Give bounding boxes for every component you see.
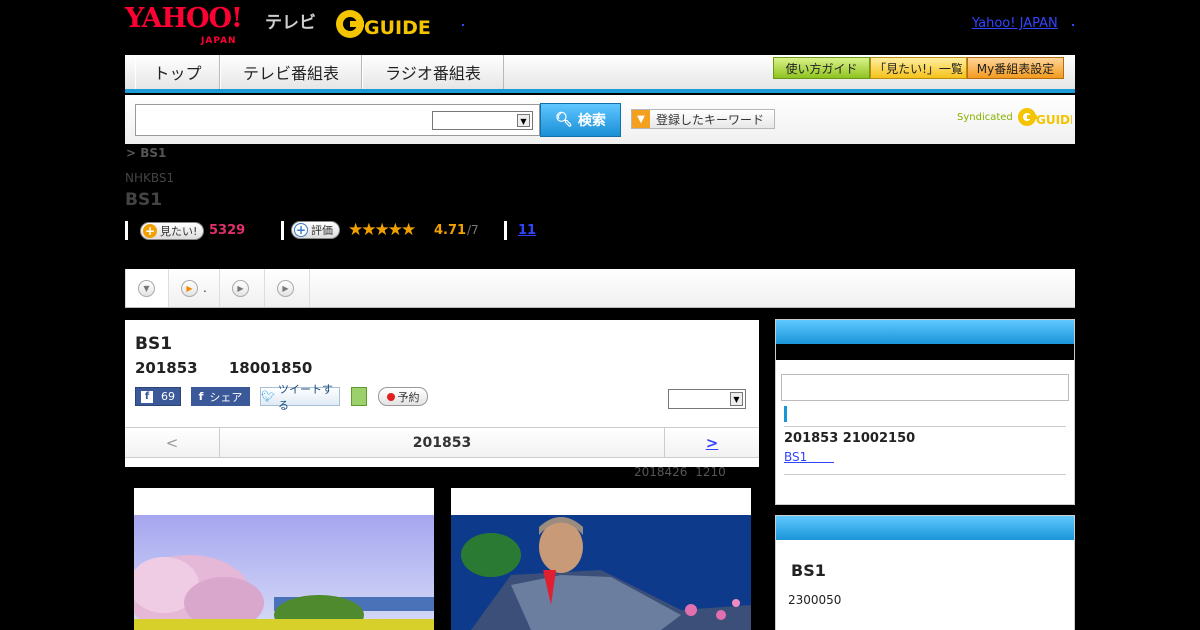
facebook-icon: f xyxy=(141,390,153,403)
rating-scale: /7 xyxy=(467,223,479,237)
facebook-icon: f xyxy=(198,390,204,403)
gguide-small-logo: GUIDE xyxy=(1017,108,1078,127)
sidebar-channel-time: 2300050 xyxy=(788,593,842,607)
stat-divider xyxy=(504,221,507,240)
sidebar-channel-title: BS1 xyxy=(791,561,826,580)
section-marker xyxy=(784,406,787,422)
prev-day-button[interactable]: < xyxy=(125,428,220,457)
facebook-like-button[interactable]: f 69 xyxy=(135,387,181,406)
sidebar-next-program-panel: 201853 21002150 BS1 xyxy=(775,319,1075,505)
record-dot-icon xyxy=(386,392,395,401)
last-updated: 2018426 1210 xyxy=(634,465,726,479)
play-icon: ▶ xyxy=(232,279,249,297)
search-icon: 🔍︎ xyxy=(555,112,573,128)
gguide-small-logo-text: GUIDE xyxy=(1036,113,1072,127)
nav-tab-top[interactable]: トップ xyxy=(135,55,220,89)
record-reserve-button[interactable]: 予約 xyxy=(378,387,428,406)
stat-divider xyxy=(281,221,284,240)
sidebar-channel-panel: BS1 2300050 xyxy=(775,515,1075,630)
chevron-down-icon: ▼ xyxy=(730,392,743,406)
search-button[interactable]: 🔍︎ 検索 xyxy=(540,103,621,137)
date-pager: < 201853 > xyxy=(125,427,759,458)
yahoo-japan-logo[interactable]: YAHOO! JAPAN xyxy=(125,5,243,54)
syndicated-gguide-logo: Syndicated GUIDE xyxy=(957,106,1078,128)
search-category-select[interactable]: ▼ xyxy=(432,111,533,130)
elderly-woman-image xyxy=(451,515,751,630)
panel-subheader xyxy=(776,344,1074,360)
chevron-down-icon: ▼ xyxy=(138,279,155,297)
panel-header xyxy=(776,320,1074,344)
my-listings-settings-button[interactable]: My番組表設定 xyxy=(967,57,1064,79)
mitai-count: 5329 xyxy=(209,223,246,238)
saved-keywords-button[interactable]: ▼ 登録したキーワード xyxy=(631,109,775,129)
sidebar-search-input[interactable] xyxy=(781,374,1069,401)
gguide-logo-text: GUIDE xyxy=(364,17,430,39)
program-date-time: 201853 18001850 xyxy=(135,359,313,377)
watchlist-button[interactable]: 「見たい!」一覧 xyxy=(870,57,967,79)
separator-dot xyxy=(1072,24,1074,26)
nav-tab-radio-listings[interactable]: ラジオ番組表 xyxy=(362,55,504,89)
cherry-blossom-image xyxy=(134,515,434,630)
divider xyxy=(784,426,1066,427)
next-program-link[interactable]: BS1 xyxy=(784,450,834,464)
tab-play-1[interactable]: ▶ . xyxy=(169,269,220,307)
next-day-button[interactable]: > xyxy=(664,428,759,457)
panel-header xyxy=(776,516,1074,540)
tab-dropdown[interactable]: ▼ xyxy=(125,269,169,307)
play-icon: ▶ xyxy=(181,279,198,297)
page-title: BS1 xyxy=(125,190,163,210)
rating-stars: ★★★★★ xyxy=(348,220,416,240)
comments-link[interactable]: 11 xyxy=(518,223,536,238)
program-detail-panel: BS1 201853 18001850 f 69 f シェア 🐦︎ ツイートする… xyxy=(125,320,759,467)
play-icon: ▶ xyxy=(277,279,294,297)
search-bar: ▼ 🔍︎ 検索 ▼ 登録したキーワード Syndicated GUIDE xyxy=(125,95,1078,144)
tv-label: テレビ xyxy=(265,13,316,33)
usage-guide-button[interactable]: 使い方ガイド xyxy=(773,57,870,79)
separator-dot xyxy=(462,24,464,26)
program-tabs: ▼ ▶ . ▶ ▶ xyxy=(125,269,1075,308)
program-thumbnail[interactable] xyxy=(134,488,434,630)
current-date: 201853 xyxy=(412,434,472,451)
rating-value: 4.71 xyxy=(434,223,467,238)
global-nav: トップ テレビ番組表 ラジオ番組表 使い方ガイド 「見たい!」一覧 My番組表設… xyxy=(125,55,1075,93)
plus-icon: + xyxy=(294,223,308,237)
twitter-icon: 🐦︎ xyxy=(261,390,275,403)
triangle-down-icon: ▼ xyxy=(632,110,650,128)
calendar-add-icon[interactable] xyxy=(351,387,367,406)
divider xyxy=(784,474,1066,475)
tab-play-2[interactable]: ▶ xyxy=(220,269,265,307)
program-options-select[interactable]: ▼ xyxy=(668,389,746,409)
program-title: BS1 xyxy=(135,334,173,354)
nav-tab-tv-listings[interactable]: テレビ番組表 xyxy=(220,55,362,89)
program-thumbnail[interactable] xyxy=(451,488,751,630)
chevron-down-icon: ▼ xyxy=(517,114,530,127)
rate-button[interactable]: + 評価 xyxy=(291,221,340,239)
plus-icon: + xyxy=(143,224,157,238)
stat-divider xyxy=(125,221,128,240)
yahoo-japan-link[interactable]: Yahoo! JAPAN xyxy=(972,16,1058,31)
g-guide-logo[interactable]: GUIDE xyxy=(334,8,430,40)
tweet-button[interactable]: 🐦︎ ツイートする xyxy=(260,383,340,412)
channel-subtitle: NHKBS1 xyxy=(125,171,175,185)
next-program-date-time: 201853 21002150 xyxy=(784,431,916,446)
breadcrumb[interactable]: > BS1 xyxy=(126,146,166,160)
mitai-button[interactable]: + 見たい! xyxy=(140,222,205,240)
tab-play-3[interactable]: ▶ xyxy=(265,269,310,307)
facebook-share-button[interactable]: f シェア xyxy=(191,387,250,406)
